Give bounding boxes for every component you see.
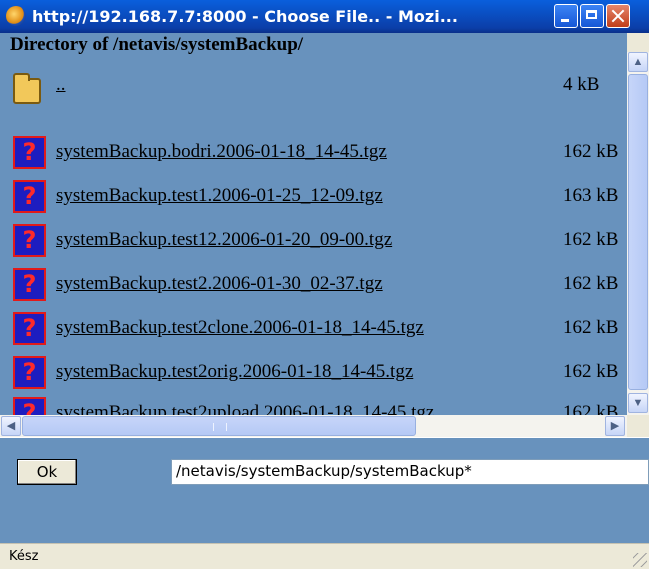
directory-heading: Directory of /netavis/systemBackup/	[10, 34, 304, 55]
vertical-scroll-thumb[interactable]	[628, 74, 648, 390]
list-item-parent[interactable]: .. 4 kB	[0, 69, 627, 109]
file-size: 162 kB	[563, 273, 619, 294]
horizontal-scrollbar[interactable]: ◀ ▶	[0, 415, 627, 437]
file-size: 162 kB	[563, 402, 619, 415]
resize-grip-icon[interactable]	[633, 553, 647, 567]
list-item[interactable]: ? systemBackup.test2.2006-01-30_02-37.tg…	[0, 268, 627, 308]
grip-icon	[213, 423, 227, 431]
file-size: 162 kB	[563, 317, 619, 338]
maximize-button[interactable]	[580, 4, 604, 28]
title-bar[interactable]: http://192.168.7.7:8000 - Choose File.. …	[0, 0, 649, 33]
list-item[interactable]: ? systemBackup.bodri.2006-01-18_14-45.tg…	[0, 136, 627, 176]
minimize-button[interactable]	[554, 4, 578, 28]
vertical-scrollbar[interactable]: ▲ ▼	[627, 52, 649, 415]
list-item[interactable]: ? systemBackup.test1.2006-01-25_12-09.tg…	[0, 180, 627, 220]
status-text: Kész	[9, 549, 39, 564]
scroll-up-button[interactable]: ▲	[628, 52, 648, 72]
file-size: 163 kB	[563, 185, 619, 206]
unknown-file-icon: ?	[13, 268, 46, 301]
file-link[interactable]: systemBackup.bodri.2006-01-18_14-45.tgz	[56, 141, 387, 163]
file-link[interactable]: systemBackup.test2upload.2006-01-18_14-4…	[56, 402, 434, 415]
file-link[interactable]: systemBackup.test2.2006-01-30_02-37.tgz	[56, 273, 383, 295]
unknown-file-icon: ?	[13, 136, 46, 169]
window-title: http://192.168.7.7:8000 - Choose File.. …	[32, 7, 458, 26]
file-size: 162 kB	[563, 141, 619, 162]
unknown-file-icon: ?	[13, 397, 46, 415]
file-link[interactable]: systemBackup.test2clone.2006-01-18_14-45…	[56, 317, 424, 339]
directory-listing: Directory of /netavis/systemBackup/ .. 4…	[0, 33, 627, 415]
list-item[interactable]: ? systemBackup.test12.2006-01-20_09-00.t…	[0, 224, 627, 264]
file-link[interactable]: systemBackup.test12.2006-01-20_09-00.tgz	[56, 229, 392, 251]
file-link[interactable]: ..	[56, 74, 66, 96]
path-input[interactable]: /netavis/systemBackup/systemBackup*	[171, 459, 649, 485]
scroll-down-button[interactable]: ▼	[628, 393, 648, 413]
scrollbar-corner	[627, 415, 649, 437]
list-item[interactable]: ? systemBackup.test2orig.2006-01-18_14-4…	[0, 356, 627, 396]
file-size: 4 kB	[563, 74, 600, 95]
file-size: 162 kB	[563, 361, 619, 382]
unknown-file-icon: ?	[13, 356, 46, 389]
unknown-file-icon: ?	[13, 312, 46, 345]
file-size: 162 kB	[563, 229, 619, 250]
unknown-file-icon: ?	[13, 180, 46, 213]
scroll-right-button[interactable]: ▶	[605, 416, 625, 436]
file-link[interactable]: systemBackup.test2orig.2006-01-18_14-45.…	[56, 361, 413, 383]
status-bar: Kész	[0, 543, 649, 569]
file-form: Ok /netavis/systemBackup/systemBackup*	[0, 437, 649, 543]
file-link[interactable]: systemBackup.test1.2006-01-25_12-09.tgz	[56, 185, 383, 207]
ok-button[interactable]: Ok	[17, 459, 77, 485]
unknown-file-icon: ?	[13, 224, 46, 257]
firefox-icon	[6, 6, 26, 26]
close-button[interactable]	[606, 4, 630, 28]
scroll-left-button[interactable]: ◀	[1, 416, 21, 436]
list-item[interactable]: ? systemBackup.test2upload.2006-01-18_14…	[0, 397, 627, 415]
list-item[interactable]: ? systemBackup.test2clone.2006-01-18_14-…	[0, 312, 627, 352]
horizontal-scroll-thumb[interactable]	[22, 416, 416, 436]
folder-icon	[13, 73, 41, 104]
